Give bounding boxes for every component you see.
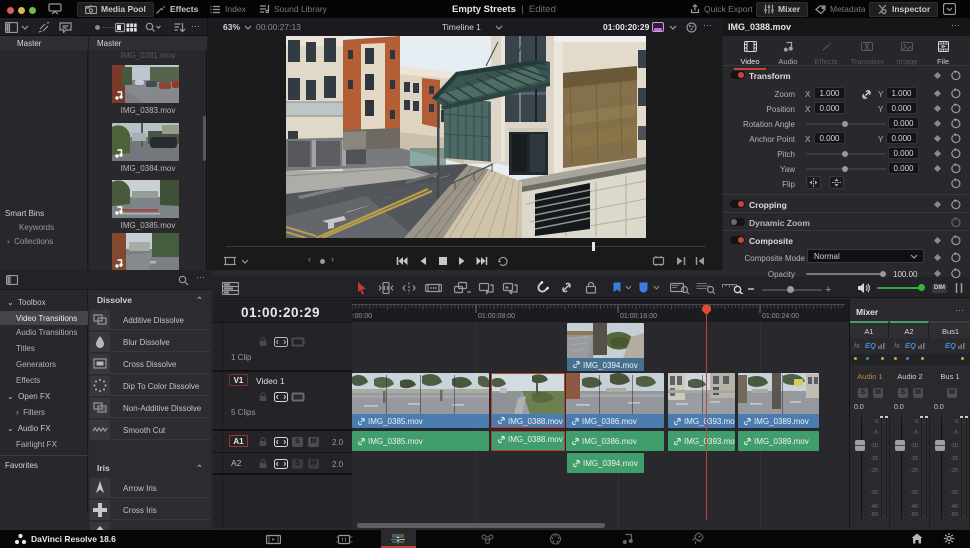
svg-text:01:00:08:00: 01:00:08:00 — [478, 313, 515, 320]
svg-text:01:00:16:00: 01:00:16:00 — [620, 313, 657, 320]
svg-text:01:00:24:00: 01:00:24:00 — [762, 313, 799, 320]
svg-text:01:00:00:00: 01:00:00:00 — [352, 313, 372, 320]
